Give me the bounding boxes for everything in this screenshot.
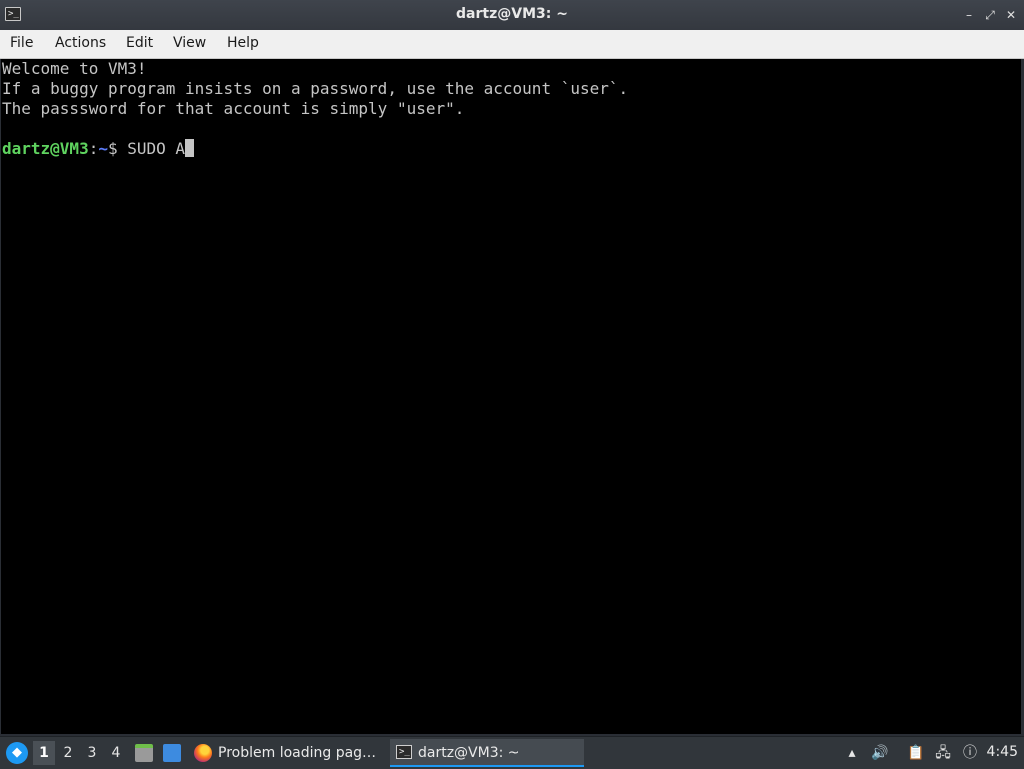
window-title: dartz@VM3: ~ (456, 6, 568, 22)
prompt-path: ~ (98, 139, 108, 158)
desktop-2[interactable]: 2 (57, 741, 79, 765)
prompt-line[interactable]: dartz@VM3:~$ SUDO A (2, 139, 1022, 159)
terminal-line: Welcome to VM3! (2, 59, 147, 78)
volume-icon[interactable]: 🔊 (871, 744, 889, 762)
notification-icon[interactable]: ⓘ (961, 744, 979, 762)
prompt-separator: : (88, 139, 99, 158)
close-icon[interactable]: ✕ (1003, 7, 1019, 23)
terminal-line: If a buggy program insists on a password… (2, 79, 629, 98)
terminal-icon: >_ (396, 745, 412, 759)
task-label: dartz@VM3: ~ (418, 745, 520, 761)
taskbar: ◆ 1 2 3 4 Problem loading pag… >_ dartz@… (0, 736, 1024, 769)
app-launcher-icon[interactable]: ◆ (6, 742, 28, 764)
file-manager-icon[interactable] (135, 744, 153, 762)
menu-actions[interactable]: Actions (55, 35, 106, 51)
text-cursor (185, 139, 195, 157)
firefox-icon (194, 744, 212, 762)
menu-bar: File Actions Edit View Help (0, 30, 1024, 59)
menu-help[interactable]: Help (227, 35, 259, 51)
menu-edit[interactable]: Edit (126, 35, 153, 51)
desktop-4[interactable]: 4 (105, 741, 127, 765)
desktop-1[interactable]: 1 (33, 741, 55, 765)
prompt-user-host: dartz@VM3 (2, 139, 89, 158)
menu-file[interactable]: File (10, 35, 33, 51)
prompt-symbol: $ (107, 139, 128, 158)
window-titlebar[interactable]: >_ dartz@VM3: ~ – ⤢ ✕ (0, 0, 1024, 31)
minimize-icon[interactable]: – (961, 7, 977, 23)
terminal-line: The passsword for that account is simply… (2, 99, 465, 118)
show-desktop-icon[interactable] (163, 744, 181, 762)
command-input[interactable]: SUDO A (127, 139, 185, 158)
desktop-3[interactable]: 3 (81, 741, 103, 765)
tray-expand-icon[interactable]: ▴ (843, 744, 861, 762)
network-icon[interactable]: 🖧 (934, 744, 952, 762)
clipboard-icon[interactable]: 📋 (907, 744, 925, 762)
menu-view[interactable]: View (173, 35, 206, 51)
task-firefox[interactable]: Problem loading pag… (194, 739, 380, 767)
task-label: Problem loading pag… (218, 745, 377, 761)
clock[interactable]: 4:45 (987, 744, 1018, 760)
restore-icon[interactable]: ⤢ (982, 7, 998, 23)
terminal-output[interactable]: Welcome to VM3! If a buggy program insis… (1, 59, 1022, 734)
task-terminal[interactable]: >_ dartz@VM3: ~ (390, 739, 584, 767)
terminal-scrollbar[interactable] (1021, 59, 1023, 734)
